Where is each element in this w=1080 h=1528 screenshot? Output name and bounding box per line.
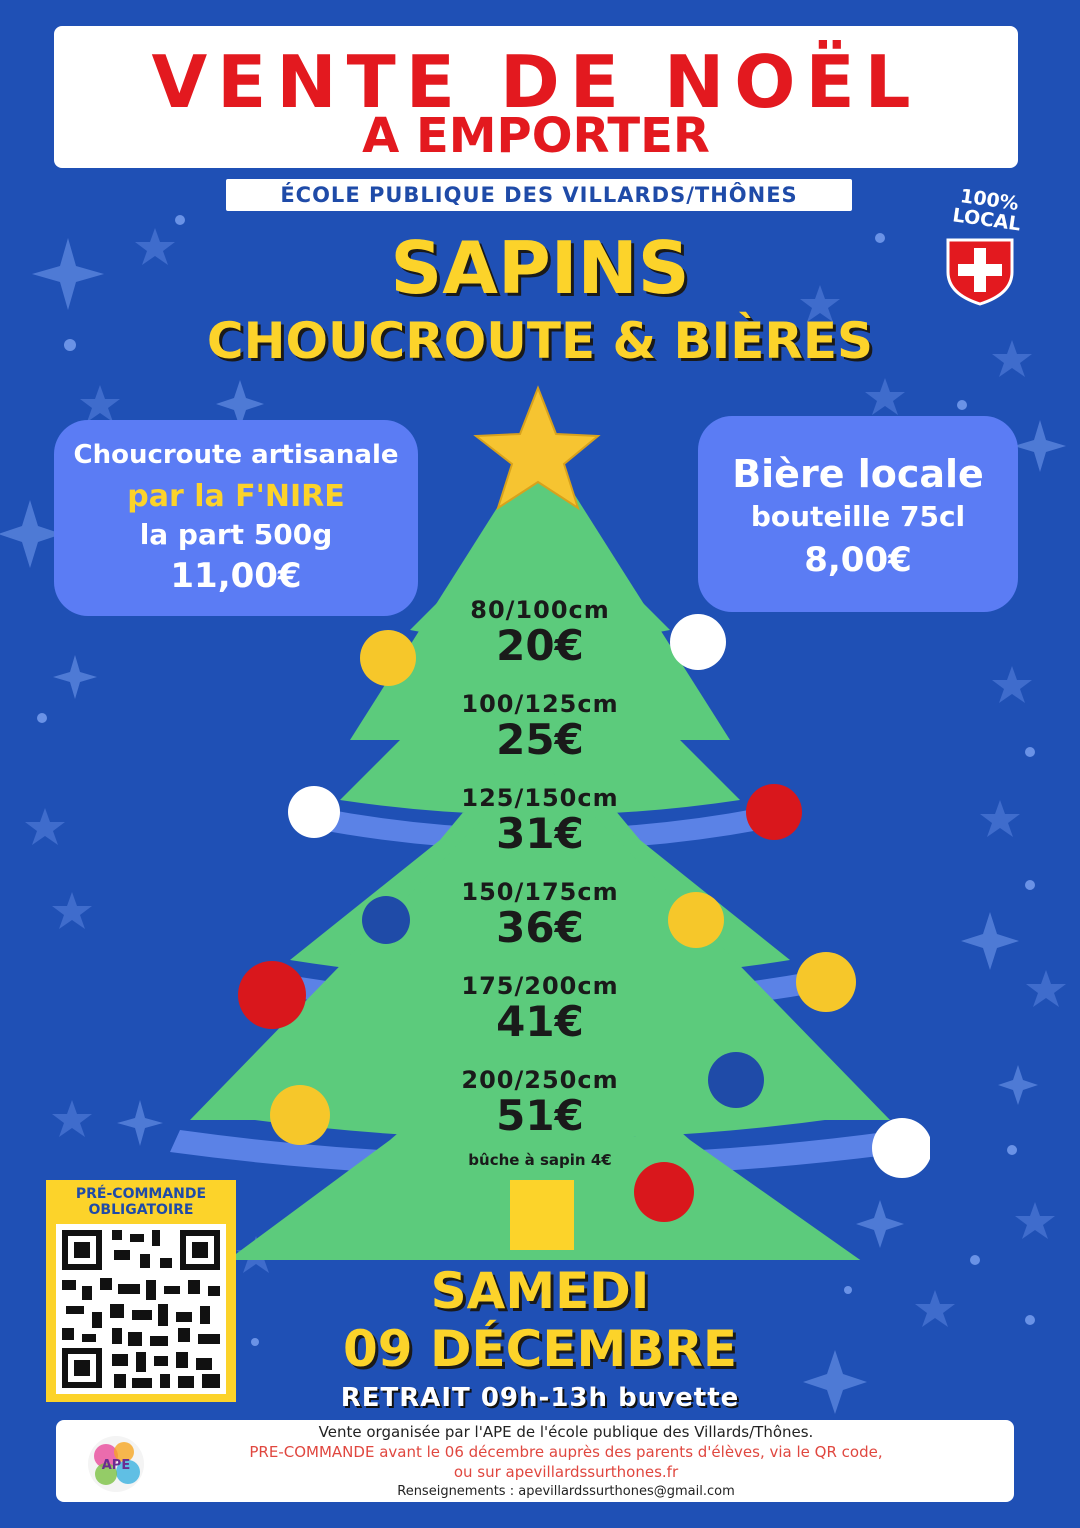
tree-price: 51€ [496,1091,584,1140]
event-day: SAMEDI [430,1262,650,1320]
school-label: ÉCOLE PUBLIQUE DES VILLARDS/THÔNES [226,179,852,211]
footer-line3[interactable]: ou sur apevillardssurthones.fr [156,1462,976,1482]
star-icon [980,800,1020,837]
tree-size: 175/200cm [461,972,619,1000]
sparkle-icon [0,500,62,568]
star-icon [992,666,1032,703]
tree-trunk [510,1180,574,1250]
star-icon [25,808,65,845]
tree-size: 125/150cm [461,784,619,812]
tree-price-4: 150/175cm 36€ [400,878,680,950]
tree-price-5: 175/200cm 41€ [400,972,680,1044]
pickup-info: RETRAIT 09h-13h buvette [340,1383,740,1413]
tree-price-6: 200/250cm 51€ [400,1066,680,1138]
biere-card: Bière locale bouteille 75cl 8,00€ [698,416,1018,612]
star-icon [1026,970,1066,1007]
sparkle-icon [1014,420,1066,472]
headline-choucroute: CHOUCROUTE & BIÈRES [206,312,874,370]
tree-size: 200/250cm [461,1066,619,1094]
choucroute-portion: la part 500g [139,518,333,551]
title-banner: VENTE DE NOËL A EMPORTER [54,26,1018,168]
sparkle-icon [53,655,97,699]
tree-price: 25€ [496,715,584,764]
tree-size: 150/175cm [461,878,619,906]
subtitle: A EMPORTER [362,108,710,164]
poster: VENTE DE NOËL A EMPORTER ÉCOLE PUBLIQUE … [0,0,1080,1528]
tree-price-3: 125/150cm 31€ [400,784,680,856]
footer-line1: Vente organisée par l'APE de l'école pub… [318,1423,814,1441]
biere-price: 8,00€ [804,540,912,580]
event-date: 09 DÉCEMBRE [342,1320,738,1378]
tree-size: 80/100cm [470,596,610,624]
headline-sapins: SAPINS [390,226,690,310]
choucroute-price: 11,00€ [170,556,302,596]
ape-logo: APE [88,1436,144,1492]
star-icon [52,1100,92,1137]
tree-price-1: 80/100cm 20€ [400,596,680,668]
tree-price-2: 100/125cm 25€ [400,690,680,762]
ape-logo-text: APE [102,1458,130,1473]
qr-label-line1: PRÉ-COMMANDE [75,1186,207,1202]
sparkle-icon [117,1100,163,1146]
tree-size: 100/125cm [461,690,619,718]
footer-text: Vente organisée par l'APE de l'école pub… [156,1422,976,1502]
biere-bottle: bouteille 75cl [750,500,966,533]
star-icon [1015,1202,1055,1239]
tree-price: 41€ [496,997,584,1046]
choucroute-card: Choucroute artisanale par la F'NIRE la p… [54,420,418,616]
star-icon [80,385,120,422]
choucroute-title: Choucroute artisanale [73,440,399,470]
buche-note: bûche à sapin 4€ [468,1151,612,1169]
biere-title: Bière locale [732,452,984,496]
tree-price: 36€ [496,903,584,952]
star-icon [52,892,92,929]
sparkle-icon [961,912,1019,970]
tree-price: 31€ [496,809,584,858]
footer: APE Vente organisée par l'APE de l'école… [56,1420,1014,1502]
footer-line4[interactable]: Renseignements : apevillardssurthones@gm… [156,1482,976,1502]
sparkle-icon [998,1065,1038,1105]
qr-label: PRÉ-COMMANDE OBLIGATOIRE [46,1186,236,1218]
qr-label-line2: OBLIGATOIRE [88,1202,194,1218]
choucroute-maker: par la F'NIRE [127,479,345,514]
tree-price: 20€ [496,621,584,670]
footer-line2: PRE-COMMANDE avant le 06 décembre auprès… [249,1443,883,1461]
